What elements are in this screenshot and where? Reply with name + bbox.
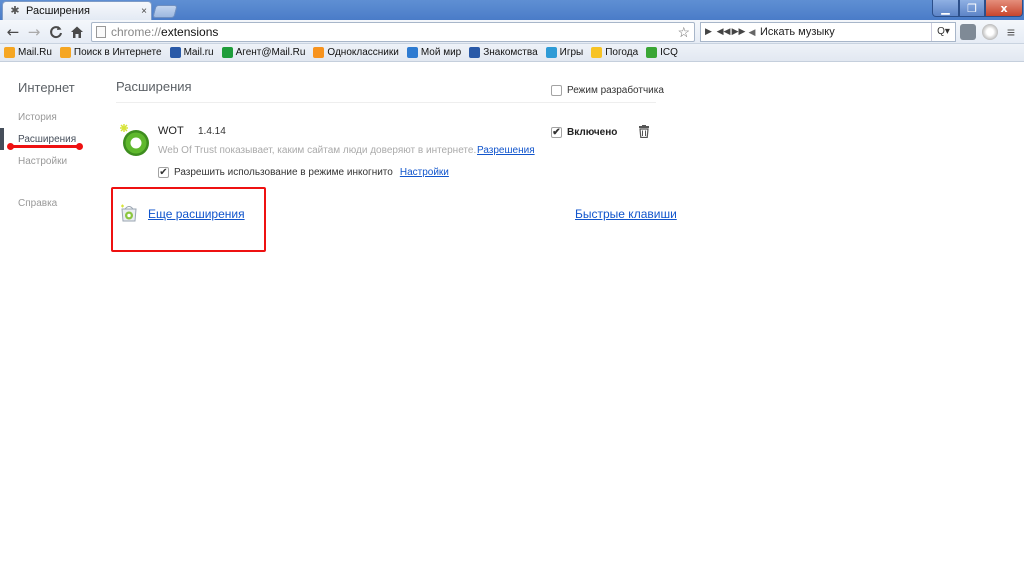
extension-name: WOT [158, 125, 184, 137]
mailru-icon [4, 47, 15, 58]
enabled-checkbox[interactable]: ✔ [551, 127, 562, 138]
bookmark-label: Знакомства [483, 47, 538, 58]
bookmark-item[interactable]: Знакомства [469, 47, 538, 58]
music-search-input[interactable]: Искать музыку [758, 26, 931, 38]
extension-description: Web Of Trust показывает, каким сайтам лю… [158, 145, 477, 156]
mail-agent-extension-icon[interactable] [960, 24, 976, 40]
next-track-icon[interactable]: ▶▶ [731, 27, 746, 37]
bookmark-item[interactable]: Мой мир [406, 47, 462, 58]
tab-title: Расширения [26, 5, 90, 17]
prev-track-icon[interactable]: ◀◀ [716, 27, 731, 37]
bookmark-item[interactable]: Поиск в Интернете [59, 47, 162, 58]
bookmark-star-icon[interactable]: ☆ [677, 24, 690, 41]
moy-mir-icon [406, 47, 418, 58]
bookmarks-bar: Mail.Ru Поиск в Интернете Mail.ru Агент@Mai… [0, 44, 1024, 62]
games-icon [545, 47, 557, 58]
sidebar-item-history[interactable]: История [18, 112, 57, 123]
sidebar-item-help[interactable]: Справка [18, 198, 57, 209]
url-path: extensions [161, 25, 219, 39]
bookmark-label: ICQ [660, 47, 678, 58]
address-bar[interactable]: chrome:// extensions ☆ [91, 22, 695, 42]
web-store-icon [121, 204, 137, 222]
maximize-button[interactable]: ❐ [959, 0, 985, 17]
speaker-icon[interactable]: ◀ [746, 27, 758, 38]
tab-extensions[interactable]: ✱ Расширения × [2, 1, 152, 20]
title-divider [116, 102, 656, 103]
sidebar-item-settings[interactable]: Настройки [18, 156, 67, 167]
home-icon [71, 26, 83, 38]
title-bar: ✱ Расширения × ▁ ❐ x [0, 0, 1024, 20]
close-window-button[interactable]: x [985, 0, 1023, 17]
bookmark-label: Поиск в Интернете [73, 47, 162, 58]
bookmark-item[interactable]: Mail.Ru [4, 47, 52, 58]
bookmark-label: Игры [559, 47, 584, 58]
puzzle-icon: ✱ [10, 5, 20, 17]
bookmark-label: Погода [605, 47, 639, 58]
extension-icons: ≡ [960, 23, 1022, 41]
wrench-menu-icon[interactable]: ≡ [1004, 24, 1018, 40]
more-extensions-link[interactable]: Еще расширения [148, 207, 245, 221]
url-scheme: chrome:// [111, 25, 162, 39]
bookmark-item[interactable]: ICQ [646, 47, 678, 58]
dating-icon [469, 47, 481, 58]
minimize-button[interactable]: ▁ [932, 0, 959, 17]
odnoklassniki-icon [313, 47, 325, 58]
music-search-button[interactable]: Q▾ [931, 23, 955, 41]
reload-button[interactable] [47, 23, 65, 41]
play-icon[interactable]: ▶ [701, 27, 716, 37]
bookmark-label: Mail.Ru [18, 47, 52, 58]
back-button[interactable]: ← [4, 23, 22, 41]
options-link[interactable]: Настройки [400, 167, 449, 178]
tab-close-icon[interactable]: × [137, 6, 151, 17]
sidebar-item-extensions[interactable]: Расширения [18, 134, 76, 145]
browser-toolbar: ← → chrome:// extensions ☆ ▶ ◀◀ ▶▶ ◀ Иск… [0, 20, 1024, 44]
page-title: Расширения [116, 79, 192, 94]
permissions-link[interactable]: Разрешения [477, 145, 535, 156]
bookmark-label: Mail.ru [183, 47, 214, 58]
incognito-label: Разрешить использование в режиме инкогни… [174, 167, 393, 178]
wot-extension-icon [120, 124, 149, 156]
page-icon [96, 26, 106, 38]
music-player-bar: ▶ ◀◀ ▶▶ ◀ Искать музыку Q▾ [700, 22, 956, 42]
keyboard-shortcuts-link[interactable]: Быстрые клавиши [575, 207, 677, 221]
bookmark-item[interactable]: Погода [591, 47, 638, 58]
developer-mode-checkbox[interactable] [551, 85, 562, 96]
weather-icon [591, 47, 603, 58]
enabled-toggle[interactable]: ✔ Включено [551, 127, 617, 138]
bookmark-item[interactable]: Одноклассники [313, 47, 399, 58]
search-extension-icon[interactable] [982, 24, 998, 40]
agent-icon [221, 47, 233, 58]
bookmark-label: Мой мир [420, 47, 462, 58]
red-highlight-underline [7, 143, 83, 150]
developer-mode-label: Режим разработчика [567, 85, 664, 96]
trash-icon[interactable] [638, 125, 650, 138]
reload-icon [50, 26, 62, 39]
home-button[interactable] [68, 23, 86, 41]
bookmark-item[interactable]: Mail.ru [169, 47, 214, 58]
enabled-label: Включено [567, 127, 618, 138]
extension-version: 1.4.14 [198, 126, 226, 137]
sidebar-title: Интернет [18, 80, 75, 95]
bookmark-item[interactable]: Агент@Mail.Ru [221, 47, 306, 58]
icq-icon [646, 47, 658, 58]
new-tab-button[interactable] [152, 5, 178, 18]
incognito-toggle[interactable]: ✔ Разрешить использование в режиме инког… [158, 167, 449, 178]
sidebar: Интернет История Расширения Настройки Сп… [0, 62, 100, 576]
forward-button[interactable]: → [25, 23, 43, 41]
bookmark-label: Агент@Mail.Ru [235, 47, 306, 58]
search-icon [59, 47, 71, 58]
developer-mode-toggle[interactable]: Режим разработчика [551, 85, 664, 96]
incognito-checkbox[interactable]: ✔ [158, 167, 169, 178]
sidebar-selection-marker [0, 128, 4, 150]
bookmark-label: Одноклассники [327, 47, 399, 58]
bookmark-item[interactable]: Игры [545, 47, 584, 58]
mailru-icon [169, 47, 181, 58]
